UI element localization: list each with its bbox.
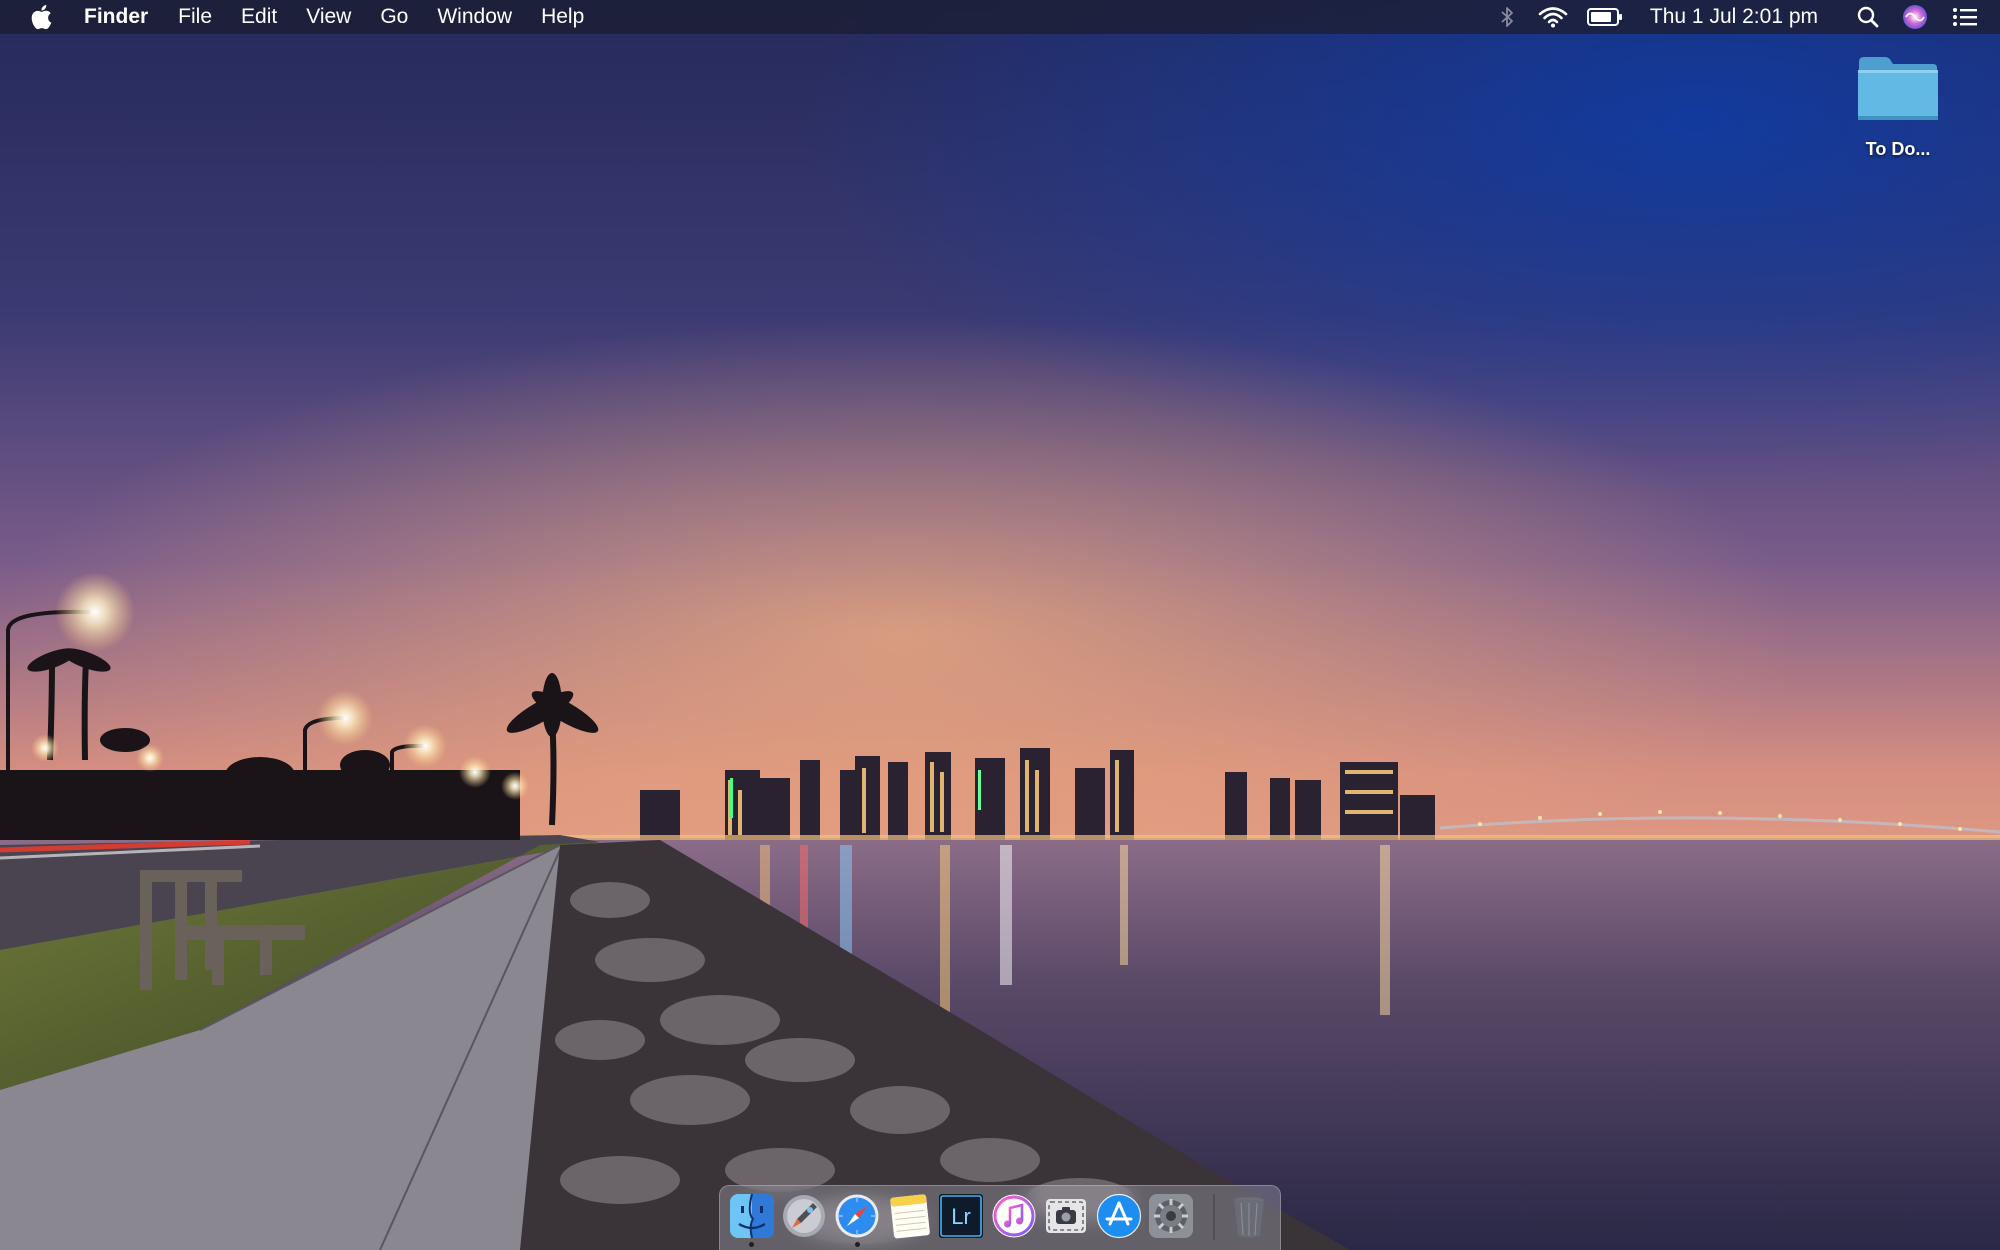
apple-logo-icon[interactable] (30, 3, 56, 31)
menu-go[interactable]: Go (380, 0, 408, 34)
menu-app-name[interactable]: Finder (84, 0, 148, 34)
notes-icon[interactable] (886, 1193, 932, 1239)
menu-bar-clock[interactable]: Thu 1 Jul 2:01 pm (1650, 0, 1818, 34)
trash-icon[interactable] (1226, 1193, 1272, 1239)
bluetooth-icon[interactable] (1494, 0, 1520, 34)
launchpad-icon[interactable] (781, 1193, 827, 1239)
desktop-wallpaper (0, 0, 2000, 1250)
desktop-folder-label: To Do... (1865, 139, 1931, 159)
menu-file[interactable]: File (178, 0, 212, 34)
dock-separator (1213, 1194, 1215, 1240)
wifi-icon[interactable] (1536, 0, 1570, 34)
lightroom-icon[interactable]: Lr (938, 1193, 984, 1239)
menu-window[interactable]: Window (437, 0, 512, 34)
safari-icon[interactable] (834, 1193, 880, 1239)
menu-edit[interactable]: Edit (241, 0, 277, 34)
screenshot-icon[interactable] (1043, 1193, 1089, 1239)
menu-view[interactable]: View (306, 0, 351, 34)
search-icon[interactable] (1854, 0, 1882, 34)
lightroom-label: Lr (951, 1204, 971, 1229)
menu-help[interactable]: Help (541, 0, 584, 34)
folder-icon[interactable] (1855, 54, 1941, 127)
finder-icon[interactable] (729, 1193, 775, 1239)
safari-running-indicator (855, 1242, 860, 1247)
battery-icon[interactable] (1586, 0, 1624, 34)
itunes-icon[interactable] (991, 1193, 1037, 1239)
siri-icon[interactable] (1900, 0, 1930, 34)
finder-running-indicator (749, 1242, 754, 1247)
dock: Lr (719, 1185, 1281, 1250)
system-preferences-icon[interactable] (1148, 1193, 1194, 1239)
menu-bar: Finder File Edit View Go Window Help Thu… (0, 0, 2000, 34)
app-store-icon[interactable] (1096, 1193, 1142, 1239)
desktop-folder-item[interactable]: To Do... (1838, 54, 1958, 160)
notification-center-icon[interactable] (1950, 0, 1980, 34)
